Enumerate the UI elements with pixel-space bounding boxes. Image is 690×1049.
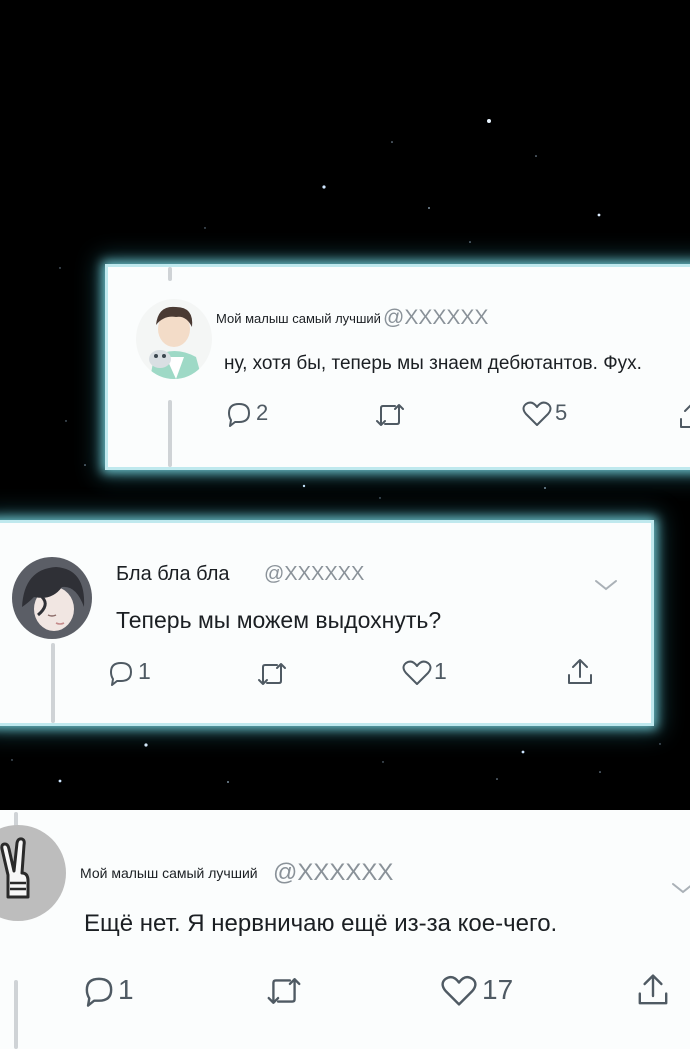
avatar[interactable] [0, 825, 66, 921]
thread-line-top [168, 267, 172, 281]
avatar-boy-with-cat-icon [136, 299, 212, 379]
avatar-peace-hand-icon [0, 825, 66, 921]
share-icon[interactable] [678, 401, 690, 431]
author-handle[interactable]: @XXXXXX [273, 859, 393, 887]
author-name[interactable]: Мой малыш самый лучший [80, 865, 258, 881]
tweet-card-3[interactable]: Мой малыш самый лучший @XXXXXX Ещё нет. … [0, 810, 690, 1049]
like-count: 5 [555, 400, 568, 425]
retweet-icon[interactable] [255, 660, 289, 688]
tweet-text: ну, хотя бы, теперь мы знаем дебютантов.… [224, 353, 642, 374]
avatar-dark-haired-boy-icon [12, 557, 92, 639]
share-icon[interactable] [566, 657, 594, 687]
author-handle[interactable]: @XXXXXX [383, 306, 488, 330]
chevron-down-icon[interactable] [593, 577, 619, 593]
like-icon[interactable] [522, 400, 552, 428]
retweet-icon[interactable] [373, 401, 407, 429]
reply-count: 2 [256, 400, 269, 425]
reply-icon[interactable] [225, 400, 253, 428]
tweet-card-2[interactable]: Бла бла бла @XXXXXX Теперь мы можем выдо… [0, 520, 654, 726]
like-count: 1 [434, 658, 447, 684]
reply-count: 1 [118, 974, 134, 1005]
retweet-icon[interactable] [264, 974, 304, 1008]
reply-icon[interactable] [82, 974, 116, 1008]
like-icon[interactable] [402, 659, 432, 687]
author-handle[interactable]: @XXXXXX [264, 563, 364, 586]
reply-icon[interactable] [107, 659, 135, 687]
thread-line-bottom [14, 980, 18, 1049]
reply-count: 1 [138, 658, 151, 684]
chevron-down-icon[interactable] [670, 880, 690, 896]
like-count: 17 [482, 974, 514, 1005]
share-icon[interactable] [636, 972, 670, 1008]
like-icon[interactable] [440, 974, 478, 1008]
author-name[interactable]: Бла бла бла [116, 563, 230, 586]
avatar[interactable] [12, 557, 92, 639]
thread-line-bottom [168, 400, 172, 467]
tweet-text: Ещё нет. Я нервничаю ещё из-за кое-чего. [84, 910, 558, 937]
tweet-card-1[interactable]: Мой малыш самый лучший @XXXXXX ну, хотя … [105, 264, 690, 470]
tweet-text: Теперь мы можем выдохнуть? [116, 607, 442, 633]
author-name[interactable]: Мой малыш самый лучший [216, 311, 381, 326]
avatar[interactable] [136, 299, 212, 379]
thread-line-bottom [51, 643, 55, 723]
